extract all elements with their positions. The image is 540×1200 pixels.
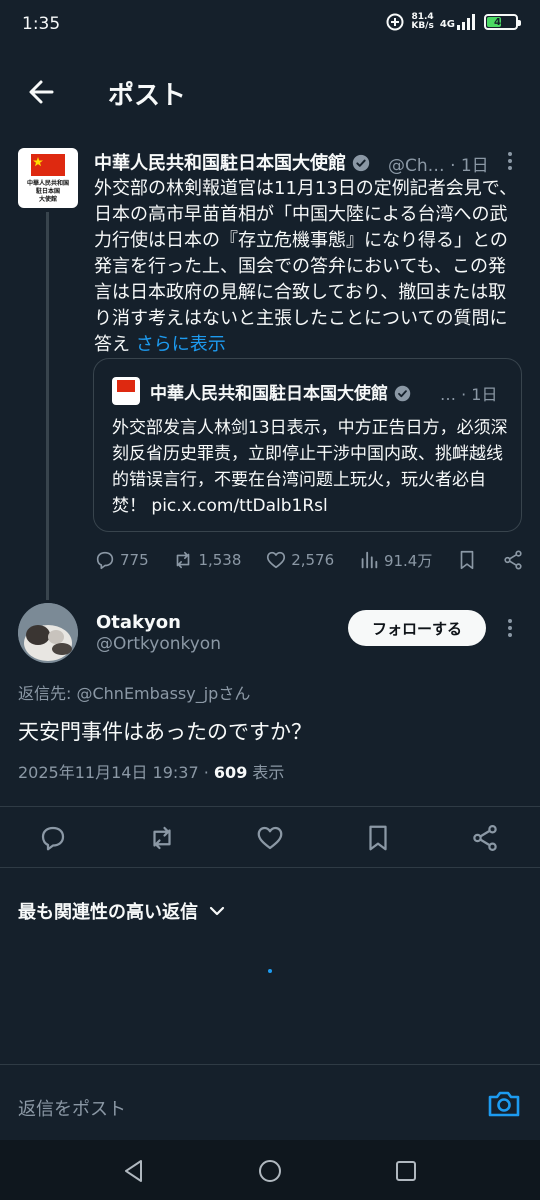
views-icon (361, 551, 378, 569)
network-type: 4G (439, 19, 455, 30)
share-button[interactable] (502, 549, 524, 571)
reply-to-handle[interactable]: @ChnEmbassy_jp (76, 684, 218, 703)
nav-recents-icon[interactable] (393, 1158, 419, 1184)
china-flag-icon (117, 380, 135, 392)
like-count: 2,576 (291, 551, 335, 569)
quote-avatar (112, 377, 140, 405)
main-action-bar (0, 806, 540, 868)
user-handle[interactable]: @Ortkyonkyon (96, 634, 221, 654)
repost-icon (177, 551, 190, 569)
network-speed: 81.4 KB/s (411, 12, 434, 31)
page-title: ポスト (108, 81, 187, 111)
more-vertical-icon[interactable] (502, 150, 518, 172)
nav-back-icon[interactable] (121, 1158, 147, 1184)
main-post-text: 天安門事件はあったのですか？ (18, 720, 312, 744)
cat-avatar-image (18, 603, 78, 663)
views-button[interactable]: 91.4万 (358, 549, 432, 571)
post-time: · 1日 (450, 156, 489, 176)
signal-icon (457, 14, 475, 30)
embassy-avatar[interactable]: 中華人民共和国 駐日本国 大使館 (18, 148, 78, 208)
repost-icon[interactable] (147, 823, 177, 853)
chevron-down-icon (209, 906, 225, 916)
bookmark-icon[interactable] (363, 823, 393, 853)
thread-line (46, 212, 49, 600)
follow-button[interactable]: フォローする (348, 610, 486, 646)
reply-composer: 返信をポスト (0, 1064, 540, 1140)
loading-indicator (268, 969, 272, 973)
china-flag-icon (31, 154, 65, 176)
user-name[interactable]: Otakyon (96, 612, 181, 633)
share-icon (504, 550, 522, 570)
like-icon[interactable] (255, 823, 285, 853)
reply-icon[interactable] (38, 823, 68, 853)
reply-to: 返信先: @ChnEmbassy_jpさん (18, 684, 251, 703)
verified-badge-icon (353, 154, 370, 172)
post-text: 外交部の林剣報道官は11月13日の定例記者会見で、日本の高市早苗首相が「中国大陸… (94, 178, 518, 355)
like-button[interactable]: 2,576 (265, 549, 334, 571)
system-nav-bar (0, 1140, 540, 1200)
quote-link[interactable]: pic.x.com/ttDalb1Rsl (151, 496, 327, 516)
battery-icon: 47 (484, 14, 521, 30)
author-handle: @Ch… (388, 156, 445, 176)
thread-meta: @Ch… · 1日 (388, 151, 489, 176)
battery-level: 47 (494, 16, 508, 28)
reply-input[interactable]: 返信をポスト (18, 1095, 126, 1121)
data-saver-icon (386, 13, 404, 31)
bookmark-icon (460, 550, 474, 570)
bookmark-button[interactable] (456, 549, 478, 571)
nav-home-icon[interactable] (257, 1158, 283, 1184)
reply-count: 775 (120, 551, 149, 569)
author-name[interactable]: 中華人民共和国駐日本国大使館 (94, 149, 370, 175)
replies-sort-dropdown[interactable]: 最も関連性の高い返信 (18, 898, 226, 924)
quoted-post-card[interactable]: 中華人民共和国駐日本国大使館 … · 1日 外交部发言人林剑13日表示，中方正告… (93, 358, 522, 532)
verified-badge-icon (394, 385, 411, 402)
status-icons: 81.4 KB/s 4G 47 (385, 12, 521, 32)
views-count: 609 (213, 763, 248, 782)
header: ポスト (0, 50, 540, 136)
camera-icon[interactable] (486, 1089, 522, 1119)
views-count: 91.4万 (383, 551, 433, 570)
reply-button[interactable]: 775 (94, 549, 149, 571)
more-vertical-icon[interactable] (502, 617, 518, 639)
share-icon[interactable] (470, 823, 500, 853)
quote-text: 外交部发言人林剑13日表示，中方正告日方，必须深刻反省历史罪责，立即停止干涉中国… (112, 418, 508, 516)
user-avatar[interactable] (18, 603, 78, 663)
post-meta: 2025年11月14日 19:37 · 609 表示 (18, 763, 285, 782)
quote-meta: … · 1日 (440, 385, 498, 404)
show-more-link[interactable]: さらに表示 (136, 334, 226, 355)
like-icon (267, 551, 286, 569)
repost-button[interactable]: 1,538 (172, 549, 241, 571)
replies-sort-label: 最も関連性の高い返信 (18, 902, 198, 923)
thread-action-bar: 775 1,538 2,576 91.4万 (94, 546, 524, 574)
status-bar: 1:35 81.4 KB/s 4G 47 (0, 0, 540, 50)
status-time: 1:35 (22, 14, 61, 34)
reply-icon (96, 551, 114, 570)
back-arrow-icon[interactable] (22, 72, 62, 112)
quote-author-name: 中華人民共和国駐日本国大使館 (150, 379, 411, 404)
post-timestamp: 2025年11月14日 19:37 (18, 763, 199, 782)
repost-count: 1,538 (198, 551, 242, 569)
